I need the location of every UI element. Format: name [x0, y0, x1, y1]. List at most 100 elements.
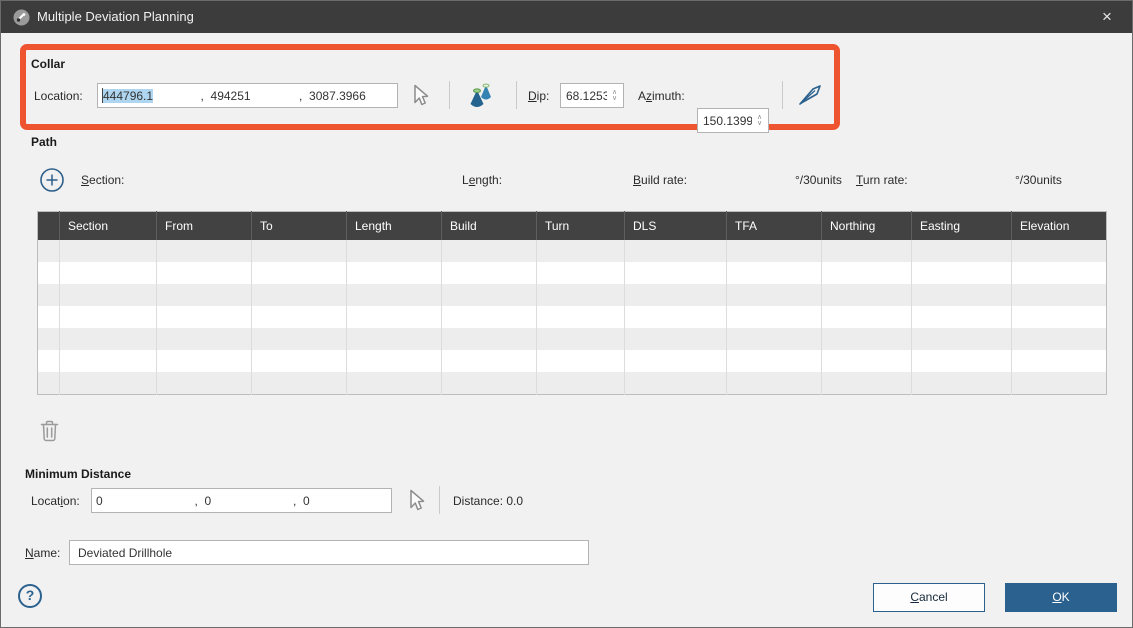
- table-cell[interactable]: [537, 328, 625, 350]
- table-cell[interactable]: [822, 350, 912, 372]
- spinner-arrows[interactable]: ∧∨: [752, 110, 767, 131]
- table-cell[interactable]: [60, 372, 157, 395]
- table-cell[interactable]: [252, 306, 347, 328]
- table-cell[interactable]: [157, 240, 252, 262]
- table-cell[interactable]: [442, 328, 537, 350]
- table-cell[interactable]: [157, 350, 252, 372]
- table-cell[interactable]: [38, 262, 60, 284]
- draw-slicer-pen-icon[interactable]: [795, 77, 825, 112]
- table-cell[interactable]: [625, 328, 727, 350]
- table-cell[interactable]: [912, 350, 1012, 372]
- table-cell[interactable]: [822, 328, 912, 350]
- table-cell[interactable]: [347, 262, 442, 284]
- table-cell[interactable]: [727, 350, 822, 372]
- table-cell[interactable]: [347, 284, 442, 306]
- spinner-arrows[interactable]: ∧∨: [607, 85, 622, 106]
- drill-targets-icon[interactable]: [466, 79, 498, 114]
- table-cell[interactable]: [252, 262, 347, 284]
- table-cell[interactable]: [157, 262, 252, 284]
- table-cell[interactable]: [1012, 306, 1107, 328]
- table-cell[interactable]: [38, 240, 60, 262]
- table-cell[interactable]: [727, 372, 822, 395]
- table-cell[interactable]: [442, 350, 537, 372]
- table-cell[interactable]: [347, 350, 442, 372]
- table-cell[interactable]: [1012, 240, 1107, 262]
- table-cell[interactable]: [60, 350, 157, 372]
- delete-row-trash-icon[interactable]: [39, 419, 60, 446]
- table-cell[interactable]: [727, 328, 822, 350]
- table-cell[interactable]: [157, 284, 252, 306]
- table-cell[interactable]: [537, 284, 625, 306]
- collar-location-input[interactable]: 444796.1 , 494251 , 3087.3966: [97, 83, 398, 108]
- table-cell[interactable]: [60, 262, 157, 284]
- azimuth-spinner[interactable]: 150.1399 ∧∨: [697, 108, 769, 133]
- table-cell[interactable]: [912, 284, 1012, 306]
- table-cell[interactable]: [38, 306, 60, 328]
- table-cell[interactable]: [60, 284, 157, 306]
- table-cell[interactable]: [252, 284, 347, 306]
- table-cell[interactable]: [537, 262, 625, 284]
- table-cell[interactable]: [157, 306, 252, 328]
- table-cell[interactable]: [252, 240, 347, 262]
- table-cell[interactable]: [347, 328, 442, 350]
- table-cell[interactable]: [625, 284, 727, 306]
- table-cell[interactable]: [822, 240, 912, 262]
- table-cell[interactable]: [442, 306, 537, 328]
- table-cell[interactable]: [912, 240, 1012, 262]
- table-cell[interactable]: [727, 284, 822, 306]
- table-cell[interactable]: [822, 262, 912, 284]
- add-section-button[interactable]: [39, 167, 65, 196]
- table-cell[interactable]: [822, 372, 912, 395]
- table-cell[interactable]: [912, 372, 1012, 395]
- table-cell[interactable]: [442, 262, 537, 284]
- table-cell[interactable]: [38, 328, 60, 350]
- table-cell[interactable]: [252, 372, 347, 395]
- table-cell[interactable]: [252, 350, 347, 372]
- close-icon[interactable]: ×: [1092, 1, 1122, 33]
- table-cell[interactable]: [347, 306, 442, 328]
- table-cell[interactable]: [1012, 284, 1107, 306]
- table-cell[interactable]: [625, 240, 727, 262]
- table-cell[interactable]: [347, 240, 442, 262]
- cancel-button[interactable]: Cancel: [873, 583, 985, 612]
- help-icon[interactable]: ?: [18, 584, 42, 608]
- table-cell[interactable]: [442, 240, 537, 262]
- table-cell[interactable]: [727, 306, 822, 328]
- table-cell[interactable]: [157, 372, 252, 395]
- table-cell[interactable]: [38, 350, 60, 372]
- table-cell[interactable]: [912, 328, 1012, 350]
- pick-min-distance-pointer-icon[interactable]: [404, 488, 427, 516]
- table-cell[interactable]: [442, 284, 537, 306]
- table-cell[interactable]: [252, 328, 347, 350]
- table-cell[interactable]: [60, 240, 157, 262]
- table-cell[interactable]: [727, 240, 822, 262]
- table-cell[interactable]: [625, 372, 727, 395]
- pick-location-pointer-icon[interactable]: [408, 83, 431, 111]
- table-cell[interactable]: [60, 306, 157, 328]
- table-cell[interactable]: [625, 350, 727, 372]
- table-cell[interactable]: [1012, 350, 1107, 372]
- table-cell[interactable]: [822, 306, 912, 328]
- name-input[interactable]: Deviated Drillhole: [69, 540, 589, 565]
- table-cell[interactable]: [537, 306, 625, 328]
- table-cell[interactable]: [537, 240, 625, 262]
- table-cell[interactable]: [822, 284, 912, 306]
- ok-button[interactable]: OK: [1005, 583, 1117, 612]
- table-cell[interactable]: [912, 306, 1012, 328]
- table-cell[interactable]: [1012, 262, 1107, 284]
- table-cell[interactable]: [912, 262, 1012, 284]
- min-distance-location-input[interactable]: 0 , 0 , 0: [91, 488, 392, 513]
- table-cell[interactable]: [38, 372, 60, 395]
- dip-spinner[interactable]: 68.1253 ∧∨: [560, 83, 624, 108]
- table-cell[interactable]: [157, 328, 252, 350]
- table-cell[interactable]: [1012, 328, 1107, 350]
- table-cell[interactable]: [537, 350, 625, 372]
- table-cell[interactable]: [347, 372, 442, 395]
- table-cell[interactable]: [625, 262, 727, 284]
- table-cell[interactable]: [1012, 372, 1107, 395]
- table-cell[interactable]: [727, 262, 822, 284]
- table-cell[interactable]: [442, 372, 537, 395]
- path-table[interactable]: SectionFromToLengthBuildTurnDLSTFANorthi…: [37, 211, 1107, 395]
- table-cell[interactable]: [60, 328, 157, 350]
- table-cell[interactable]: [625, 306, 727, 328]
